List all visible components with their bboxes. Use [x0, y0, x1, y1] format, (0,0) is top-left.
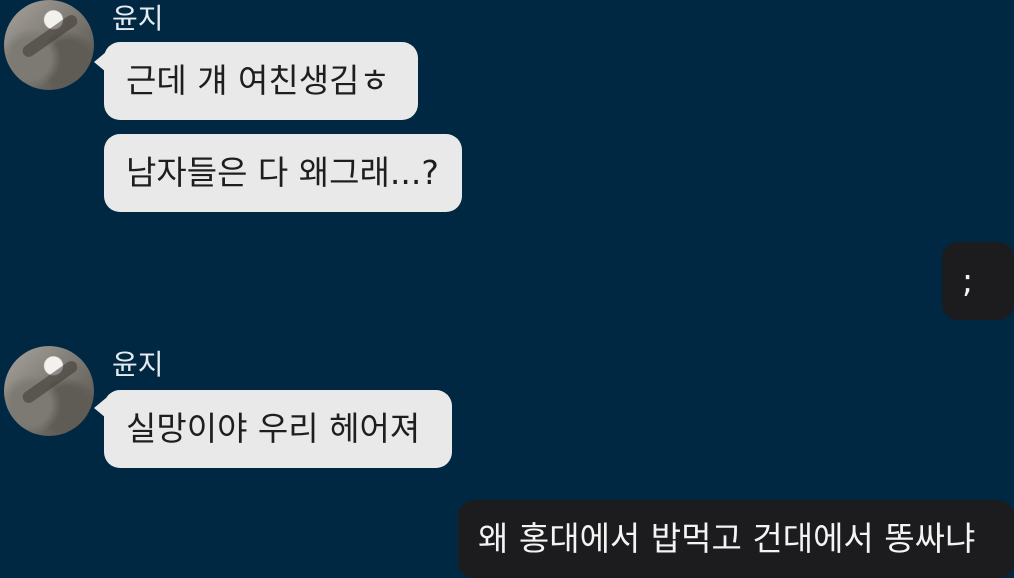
message-bubble-outgoing[interactable]: 왜 홍대에서 밥먹고 건대에서 똥싸냐	[458, 500, 1014, 578]
message-bubble-incoming[interactable]: 남자들은 다 왜그래...?	[104, 134, 462, 212]
message-bubble-incoming[interactable]: 실망이야 우리 헤어져	[104, 390, 452, 468]
sender-name: 윤지	[112, 348, 164, 381]
avatar[interactable]	[4, 346, 94, 436]
avatar[interactable]	[4, 0, 94, 90]
message-bubble-outgoing[interactable]: ;	[942, 242, 1014, 320]
message-text: ;	[962, 261, 974, 300]
sender-name: 윤지	[112, 2, 164, 35]
message-text: 왜 홍대에서 밥먹고 건대에서 똥싸냐	[478, 519, 976, 558]
message-text: 실망이야 우리 헤어져	[126, 409, 421, 448]
message-bubble-incoming[interactable]: 근데 걔 여친생김ㅎ	[104, 42, 418, 120]
message-text: 남자들은 다 왜그래...?	[126, 153, 439, 192]
message-text: 근데 걔 여친생김ㅎ	[126, 61, 390, 100]
